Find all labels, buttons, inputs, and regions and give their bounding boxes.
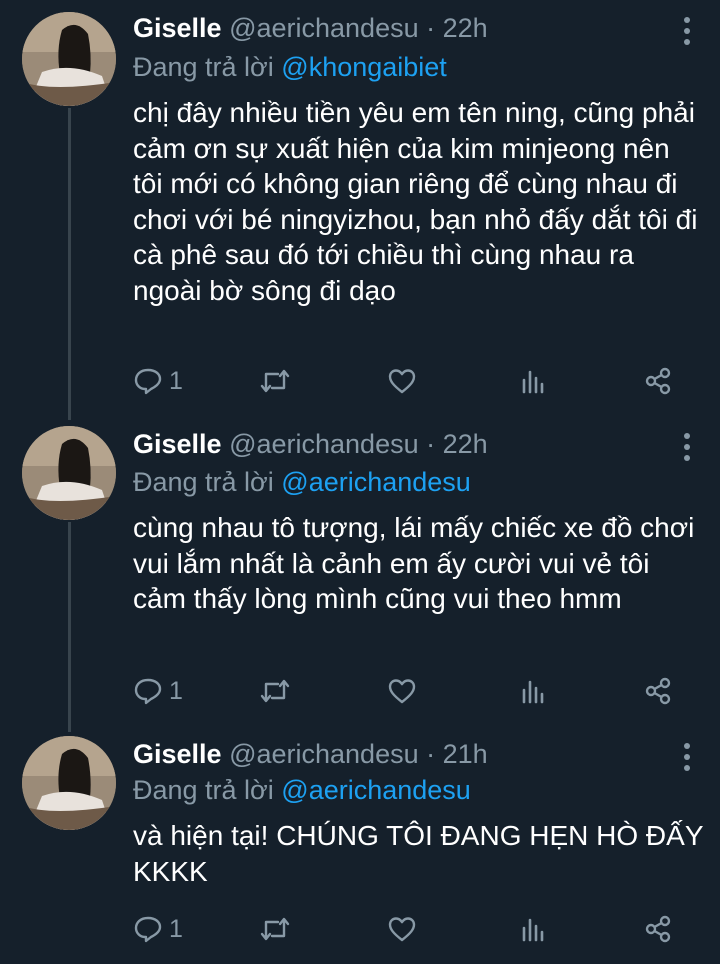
author-handle[interactable]: @aerichandesu — [229, 429, 419, 459]
retweet-button[interactable] — [258, 366, 292, 396]
heart-icon — [388, 917, 416, 942]
tweet[interactable]: Giselle @aerichandesu · 22h Đang trả lời… — [0, 0, 720, 420]
retweet-button[interactable] — [258, 676, 292, 706]
share-icon — [645, 677, 671, 705]
tweet-actions: 1 — [133, 366, 678, 396]
replying-to: Đang trả lời @aerichandesu — [133, 466, 471, 498]
retweet-icon — [260, 369, 290, 393]
analytics-button[interactable] — [518, 914, 548, 944]
replying-to: Đang trả lời @khongaibiet — [133, 51, 447, 83]
mention-link[interactable]: @khongaibiet — [281, 52, 447, 82]
reply-button[interactable]: 1 — [133, 366, 183, 396]
like-button[interactable] — [387, 914, 417, 944]
reply-count: 1 — [169, 914, 183, 943]
tweet[interactable]: Giselle @aerichandesu · 22h Đang trả lời… — [0, 420, 720, 732]
reply-button[interactable]: 1 — [133, 914, 183, 944]
reply-count: 1 — [169, 676, 183, 705]
author-name[interactable]: Giselle — [133, 739, 222, 769]
timestamp[interactable]: 22h — [443, 13, 488, 43]
retweet-icon — [260, 917, 290, 941]
author-handle[interactable]: @aerichandesu — [229, 739, 419, 769]
like-button[interactable] — [387, 676, 417, 706]
replying-to: Đang trả lời @aerichandesu — [133, 774, 471, 806]
retweet-button[interactable] — [258, 914, 292, 944]
avatar[interactable] — [22, 426, 116, 520]
separator: · — [426, 739, 436, 769]
avatar[interactable] — [22, 736, 116, 830]
more-vertical-icon[interactable] — [682, 17, 692, 50]
analytics-icon — [522, 370, 544, 394]
mention-link[interactable]: @aerichandesu — [281, 775, 471, 805]
separator: · — [426, 13, 436, 43]
tweet-text: và hiện tại! CHÚNG TÔI ĐANG HẸN HÒ ĐẤY K… — [133, 820, 703, 887]
like-button[interactable] — [387, 366, 417, 396]
tweet-actions: 1 — [133, 676, 678, 706]
tweet-header: Giselle @aerichandesu · 22h — [133, 12, 488, 44]
more-vertical-icon[interactable] — [682, 433, 692, 466]
analytics-icon — [522, 680, 544, 704]
thread-line — [68, 108, 71, 420]
tweet-header: Giselle @aerichandesu · 22h — [133, 428, 488, 460]
share-icon — [645, 915, 671, 943]
mention-link[interactable]: @aerichandesu — [281, 467, 471, 497]
reply-count: 1 — [169, 366, 183, 395]
replying-to-label: Đang trả lời — [133, 775, 274, 805]
heart-icon — [388, 369, 416, 394]
reply-icon — [134, 678, 162, 705]
thread-line — [68, 522, 71, 732]
share-button[interactable] — [643, 676, 673, 706]
share-button[interactable] — [643, 914, 673, 944]
heart-icon — [388, 679, 416, 704]
avatar[interactable] — [22, 12, 116, 106]
tweet-text: cùng nhau tô tượng, lái mấy chiếc xe đồ … — [133, 512, 695, 614]
analytics-icon — [522, 918, 544, 942]
tweet[interactable]: Giselle @aerichandesu · 21h Đang trả lời… — [0, 732, 720, 964]
author-handle[interactable]: @aerichandesu — [229, 13, 419, 43]
share-button[interactable] — [643, 366, 673, 396]
more-vertical-icon[interactable] — [682, 743, 692, 776]
replying-to-label: Đang trả lời — [133, 467, 274, 497]
replying-to-label: Đang trả lời — [133, 52, 274, 82]
analytics-button[interactable] — [518, 676, 548, 706]
reply-icon — [134, 916, 162, 943]
retweet-icon — [260, 679, 290, 703]
tweet-header: Giselle @aerichandesu · 21h — [133, 738, 488, 770]
tweet-text: chị đây nhiều tiền yêu em tên ning, cũng… — [133, 97, 698, 306]
author-name[interactable]: Giselle — [133, 13, 222, 43]
tweet-actions: 1 — [133, 914, 678, 944]
author-name[interactable]: Giselle — [133, 429, 222, 459]
reply-icon — [134, 368, 162, 395]
timestamp[interactable]: 21h — [443, 739, 488, 769]
timestamp[interactable]: 22h — [443, 429, 488, 459]
share-icon — [645, 367, 671, 395]
separator: · — [426, 429, 436, 459]
analytics-button[interactable] — [518, 366, 548, 396]
reply-button[interactable]: 1 — [133, 676, 183, 706]
